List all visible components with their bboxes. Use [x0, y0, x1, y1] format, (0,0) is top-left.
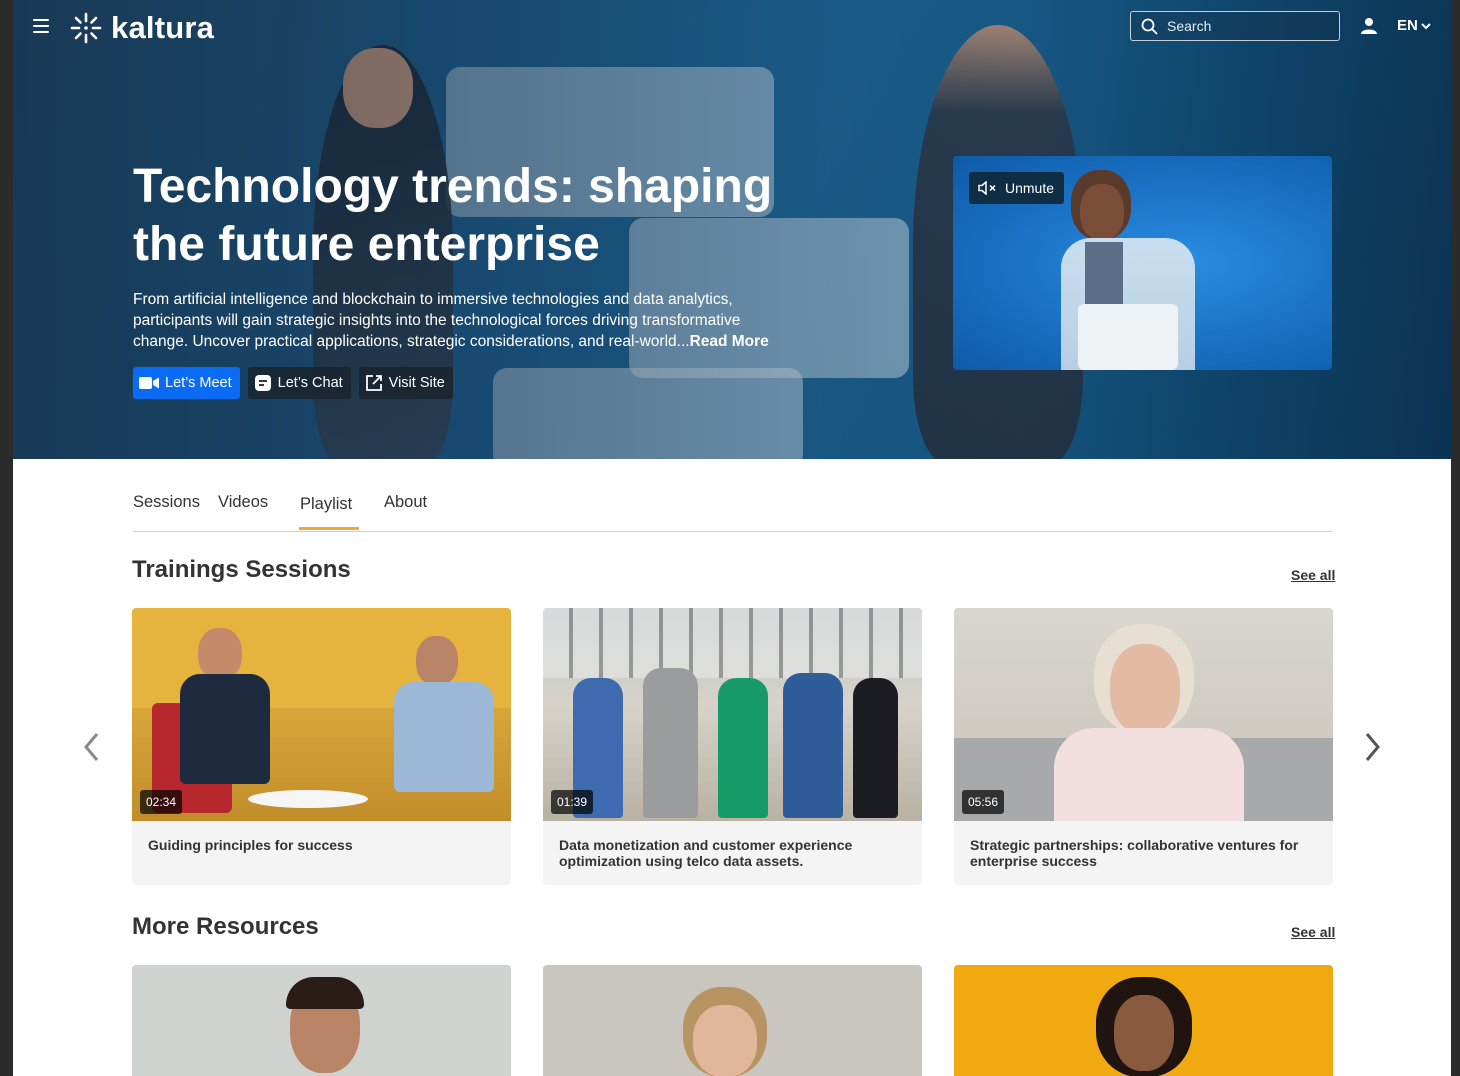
hero-description-text: From artificial intelligence and blockch…: [133, 291, 741, 350]
thumb-person-body: [643, 668, 698, 818]
user-icon[interactable]: [1360, 17, 1378, 35]
carousel-prev-icon[interactable]: [81, 731, 103, 763]
card-thumbnail: 01:39: [543, 608, 922, 821]
thumb-person-body: [718, 678, 768, 818]
hero-video-player[interactable]: Unmute: [953, 156, 1332, 370]
card-title: Guiding principles for success: [148, 837, 353, 853]
section-title-more-resources: More Resources: [132, 913, 319, 940]
resource-card[interactable]: [543, 965, 922, 1076]
duration-badge: 02:34: [140, 790, 183, 814]
hero-actions: Let’s Meet Let’s Chat Visit Site: [133, 367, 453, 399]
language-label: EN: [1397, 17, 1418, 34]
video-presenter-shirt: [1085, 242, 1123, 312]
resource-card[interactable]: [954, 965, 1333, 1076]
thumb-person-face: [1110, 644, 1180, 734]
lets-chat-button[interactable]: Let’s Chat: [247, 367, 351, 399]
visit-site-label: Visit Site: [388, 375, 445, 391]
card-thumbnail: 05:56: [954, 608, 1333, 821]
session-card[interactable]: 05:56 Strategic partnerships: collaborat…: [954, 608, 1333, 885]
chevron-down-icon: [1421, 22, 1431, 29]
card-title: Strategic partnerships: collaborative ve…: [970, 837, 1299, 869]
language-selector[interactable]: EN: [1397, 17, 1431, 34]
card-title: Data monetization and customer experienc…: [559, 837, 853, 869]
thumb-person-body: [783, 673, 843, 818]
thumb-person-face: [416, 636, 458, 686]
visit-site-button[interactable]: Visit Site: [358, 367, 453, 399]
duration-badge: 05:56: [962, 790, 1005, 814]
thumb-table: [248, 790, 368, 808]
card-thumbnail: 02:34: [132, 608, 511, 821]
thumb-person-body: [1054, 728, 1244, 821]
unmute-label: Unmute: [1005, 180, 1055, 196]
search-input[interactable]: [1165, 17, 1329, 35]
video-presenter-gift-box: [1078, 304, 1178, 370]
kaltura-logo[interactable]: kaltura: [69, 10, 214, 46]
tab-playlist[interactable]: Playlist: [300, 495, 352, 514]
hero-title: Technology trends: shaping the future en…: [133, 160, 773, 271]
tab-sessions[interactable]: Sessions: [133, 493, 200, 512]
section-title-trainings: Trainings Sessions: [132, 556, 351, 583]
hero-banner: kaltura EN Technology trends: shaping: [13, 0, 1451, 459]
carousel-next-icon[interactable]: [1361, 731, 1383, 763]
read-more-link[interactable]: Read More: [690, 333, 769, 350]
thumb-person-face: [198, 628, 242, 680]
session-card[interactable]: 02:34 Guiding principles for success: [132, 608, 511, 885]
lets-meet-label: Let’s Meet: [165, 375, 232, 391]
lets-chat-label: Let’s Chat: [277, 375, 343, 391]
see-all-trainings-link[interactable]: See all: [1291, 567, 1335, 583]
search-icon: [1141, 18, 1158, 34]
video-camera-icon: [139, 377, 159, 389]
kaltura-logo-icon: [70, 12, 102, 44]
active-tab-indicator: [299, 527, 359, 530]
search-box[interactable]: [1130, 11, 1340, 41]
hamburger-menu-icon[interactable]: [33, 19, 49, 33]
tab-about[interactable]: About: [384, 493, 427, 512]
see-all-resources-link[interactable]: See all: [1291, 924, 1335, 940]
resource-card[interactable]: [132, 965, 511, 1076]
resource-thumb-face: [1114, 995, 1174, 1071]
speaker-muted-icon: [978, 181, 996, 195]
thumb-windows: [543, 608, 922, 678]
chat-icon: [254, 375, 271, 391]
logo-text: kaltura: [111, 10, 215, 45]
hero-description: From artificial intelligence and blockch…: [133, 289, 783, 352]
duration-badge: 01:39: [551, 790, 594, 814]
lets-meet-button[interactable]: Let’s Meet: [133, 367, 240, 399]
external-link-icon: [365, 375, 382, 391]
video-presenter-face: [1080, 184, 1124, 240]
content-tabs: Sessions Videos Playlist About: [133, 459, 1332, 532]
thumb-person-body: [394, 682, 494, 792]
session-card[interactable]: 01:39 Data monetization and customer exp…: [543, 608, 922, 885]
thumb-person-body: [853, 678, 898, 818]
thumb-person-body: [180, 674, 270, 784]
page-frame: kaltura EN Technology trends: shaping: [13, 0, 1451, 1076]
tab-videos[interactable]: Videos: [218, 493, 268, 512]
unmute-button[interactable]: Unmute: [969, 172, 1065, 204]
resource-thumb-face: [693, 1005, 757, 1076]
top-navigation: kaltura EN: [13, 0, 1451, 56]
resource-thumb-hair: [286, 977, 364, 1009]
